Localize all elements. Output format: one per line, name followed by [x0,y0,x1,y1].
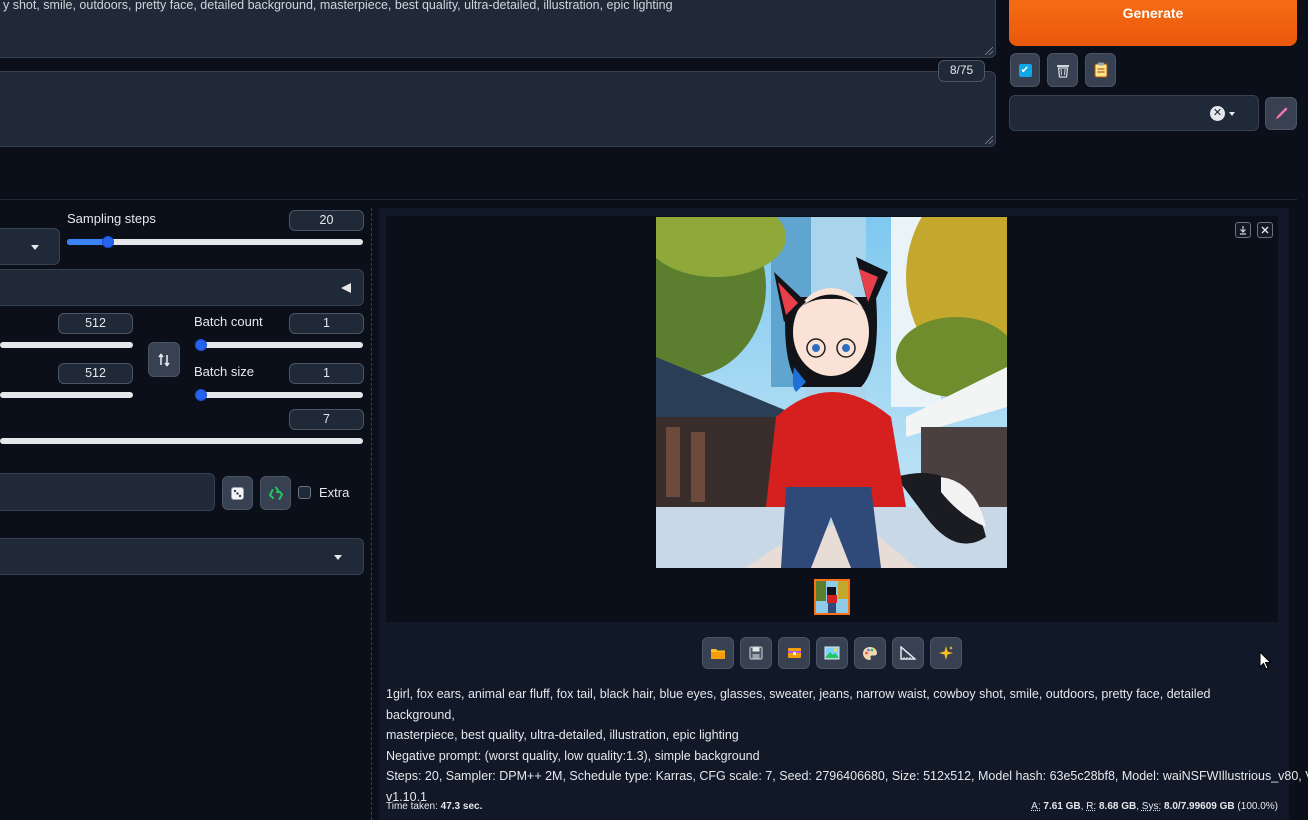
prompt-text: y shot, smile, outdoors, pretty face, de… [3,0,673,12]
width-slider[interactable] [0,342,133,348]
styles-select[interactable]: ✕ [1009,95,1259,131]
download-icon [1240,226,1246,235]
sparkles-icon [939,646,953,660]
seed-input[interactable] [0,473,215,511]
paste-icon: ✔ [1018,63,1032,77]
negative-prompt-textarea[interactable] [0,71,996,147]
download-button[interactable] [1235,222,1251,238]
extra-label: Extra [319,485,350,500]
mem-r-label: R: [1086,801,1097,812]
width-input[interactable]: 512 [58,313,133,334]
batch-size-input[interactable]: 1 [289,363,364,384]
mem-sys-value: 8.0/7.99609 GB [1164,801,1235,812]
generation-info: 1girl, fox ears, animal ear fluff, fox t… [386,684,1308,807]
sampling-steps-thumb[interactable] [102,236,114,248]
random-seed-button[interactable] [222,476,253,510]
mem-percent: (100.0%) [1237,801,1278,812]
info-params-line-1: Steps: 20, Sampler: DPM++ 2M, Schedule t… [386,769,1308,783]
cfg-scale-slider[interactable] [0,438,363,444]
dice-icon [231,486,244,500]
close-button[interactable] [1257,222,1273,238]
zip-button[interactable] [778,637,810,669]
sampling-method-select[interactable] [0,228,60,265]
time-taken-label: Time taken: [386,801,438,812]
prompt-textarea[interactable]: y shot, smile, outdoors, pretty face, de… [0,0,996,58]
batch-count-label: Batch count [194,314,263,329]
zip-icon [787,648,801,658]
paste-button[interactable]: ✔ [1010,53,1040,87]
chevron-down-icon [1229,112,1235,116]
brush-icon [1276,107,1288,119]
recycle-icon [268,486,283,500]
extra-checkbox[interactable] [298,486,311,499]
height-slider[interactable] [0,392,133,398]
swap-icon [158,352,170,367]
batch-size-slider[interactable] [195,392,363,398]
info-prompt-line-1: 1girl, fox ears, animal ear fluff, fox t… [386,687,1211,722]
sampling-steps-input[interactable]: 20 [289,210,364,231]
swap-dimensions-button[interactable] [148,342,180,377]
save-button[interactable] [740,637,772,669]
save-icon [749,646,763,660]
time-taken: Time taken: 47.3 sec. [386,801,482,812]
close-icon [1261,226,1269,234]
image-icon [824,646,840,660]
send-to-img2img-button[interactable] [816,637,848,669]
chevron-down-icon [31,245,39,250]
token-counter: 8/75 [938,60,985,82]
panel-divider [371,208,372,820]
batch-size-label: Batch size [194,364,254,379]
palette-icon [863,646,877,660]
batch-count-thumb[interactable] [195,339,207,351]
resize-grip[interactable] [985,136,993,144]
mem-a-label: A: [1031,801,1041,812]
mem-r-value: 8.68 GB [1098,801,1137,812]
reuse-seed-button[interactable] [260,476,291,510]
gallery-thumbnail[interactable] [814,579,850,615]
ruler-icon [900,646,916,660]
collapse-arrow-icon [341,283,351,293]
cfg-scale-input[interactable]: 7 [289,409,364,430]
generate-button[interactable]: Generate [1009,0,1297,46]
sampling-steps-label: Sampling steps [67,211,156,226]
height-input[interactable]: 512 [58,363,133,384]
folder-icon [711,649,725,659]
clipboard-icon [1094,62,1107,78]
resize-grip[interactable] [985,47,993,55]
time-taken-value: 47.3 sec. [440,801,483,812]
mem-sys-label: Sys: [1141,801,1162,812]
info-prompt-line-2: masterpiece, best quality, ultra-detaile… [386,728,739,742]
memory-stats: A: 7.61 GB, R: 8.68 GB, Sys: 8.0/7.99609… [1031,801,1278,812]
script-select[interactable] [0,538,364,575]
send-to-inpaint-button[interactable] [854,637,886,669]
info-negative-line: Negative prompt: (worst quality, low qua… [386,748,760,763]
section-divider [0,199,1297,200]
styles-button[interactable] [1085,53,1116,87]
batch-count-input[interactable]: 1 [289,313,364,334]
apply-styles-button[interactable] [1265,97,1297,130]
hires-fix-accordion[interactable] [0,269,364,306]
open-folder-button[interactable] [702,637,734,669]
trash-icon [1056,64,1069,78]
upscale-button[interactable] [930,637,962,669]
batch-size-thumb[interactable] [195,389,207,401]
generated-image[interactable] [656,217,1007,568]
batch-count-slider[interactable] [195,342,363,348]
mouse-cursor [1259,650,1273,674]
clear-icon[interactable]: ✕ [1210,106,1225,121]
clear-prompt-button[interactable] [1047,53,1078,87]
send-to-extras-button[interactable] [892,637,924,669]
chevron-down-icon [334,555,342,560]
mem-a-value: 7.61 GB [1043,801,1081,812]
